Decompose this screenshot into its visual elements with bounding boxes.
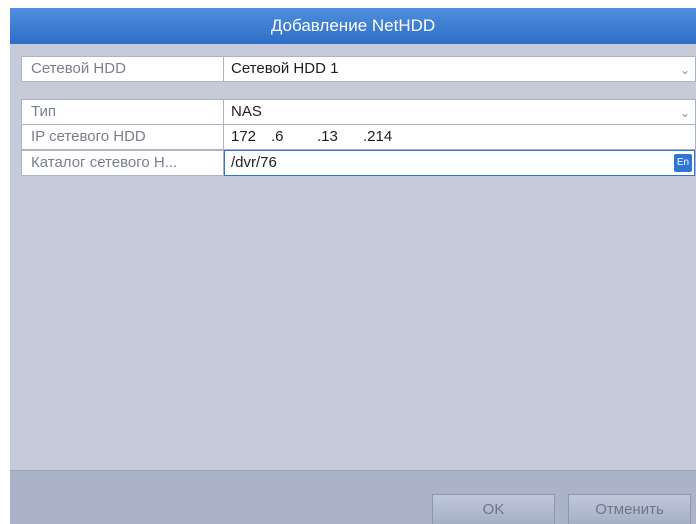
ip-row: IP сетевого HDD 172.6.13.214 bbox=[21, 124, 696, 150]
en-input-icon[interactable]: En bbox=[674, 154, 692, 172]
ip-octet-3[interactable]: .13 bbox=[317, 125, 363, 149]
dialog-footer: OK Отменить bbox=[10, 470, 696, 524]
type-select[interactable]: NAS ⌄ bbox=[225, 100, 695, 124]
directory-label: Каталог сетевого Н... bbox=[22, 151, 224, 175]
type-label: Тип bbox=[22, 100, 224, 124]
add-nethdd-dialog: Добавление NetHDD Сетевой HDD Сетевой HD… bbox=[10, 8, 696, 524]
chevron-down-icon: ⌄ bbox=[679, 106, 690, 120]
ip-label: IP сетевого HDD bbox=[22, 125, 224, 149]
directory-input-value: /dvr/76 bbox=[231, 154, 277, 171]
net-hdd-row: Сетевой HDD Сетевой HDD 1 ⌄ bbox=[21, 56, 696, 82]
ip-address-input[interactable]: 172.6.13.214 bbox=[225, 125, 695, 149]
ip-octet-2[interactable]: .6 bbox=[271, 125, 317, 149]
type-select-value: NAS bbox=[231, 103, 262, 120]
ok-button[interactable]: OK bbox=[432, 494, 555, 524]
ip-octet-1[interactable]: 172 bbox=[231, 125, 271, 149]
chevron-down-icon: ⌄ bbox=[679, 63, 690, 77]
directory-input[interactable]: /dvr/76 En bbox=[224, 150, 695, 176]
dialog-title: Добавление NetHDD bbox=[10, 8, 696, 44]
type-row: Тип NAS ⌄ bbox=[21, 99, 696, 125]
net-hdd-select-value: Сетевой HDD 1 bbox=[231, 60, 339, 77]
net-hdd-label: Сетевой HDD bbox=[22, 57, 224, 81]
cancel-button[interactable]: Отменить bbox=[568, 494, 691, 524]
directory-row: Каталог сетевого Н... /dvr/76 En bbox=[21, 150, 696, 176]
ip-octet-4[interactable]: .214 bbox=[363, 125, 409, 149]
net-hdd-select[interactable]: Сетевой HDD 1 ⌄ bbox=[225, 57, 695, 81]
